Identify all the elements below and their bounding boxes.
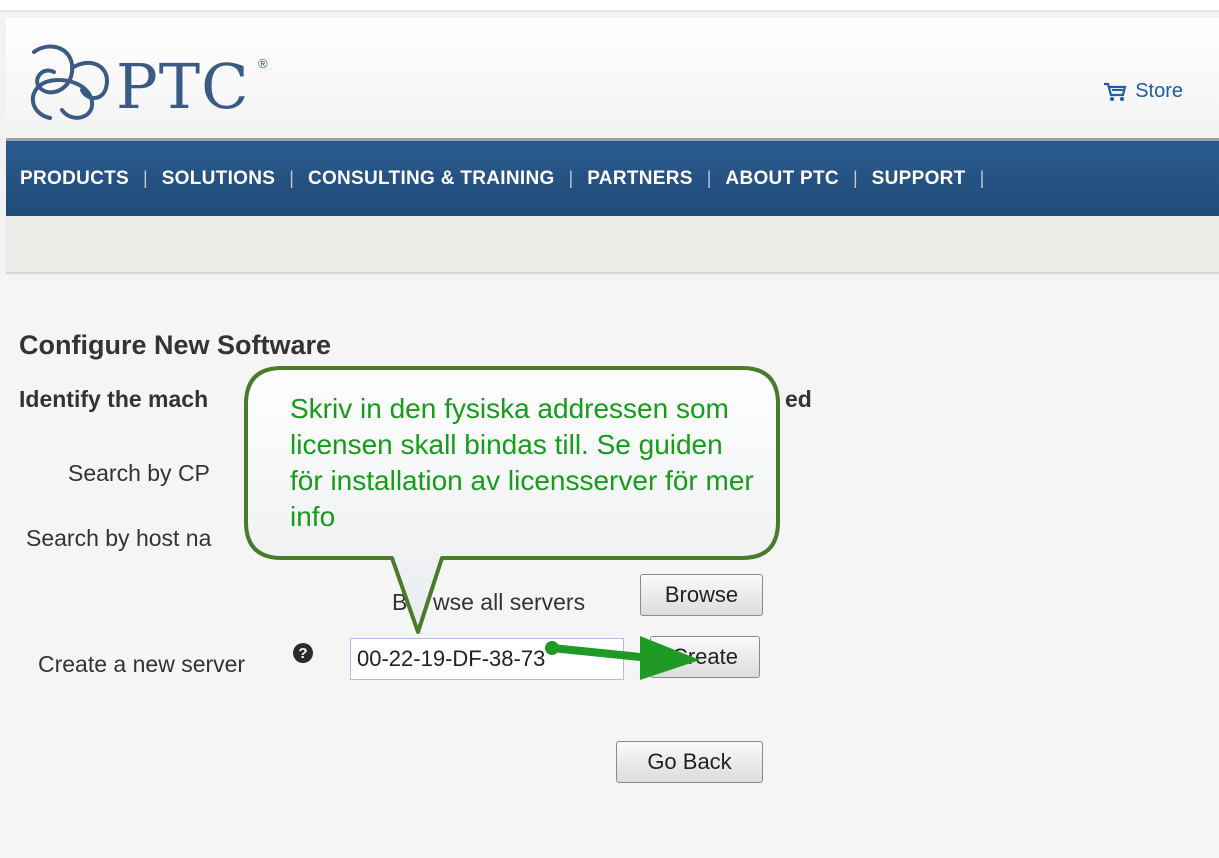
- registered-mark: ®: [258, 56, 268, 71]
- page: PTC ® Store PRODUCTS | SOLUTIONS | CONSU…: [0, 0, 1219, 858]
- store-link[interactable]: Store: [1103, 80, 1183, 103]
- nav-item-consulting-training[interactable]: CONSULTING & TRAINING: [308, 168, 555, 190]
- cart-icon: [1104, 82, 1127, 101]
- subtitle-left: Identify the mach: [19, 386, 209, 412]
- subtitle-right: ed: [785, 386, 812, 412]
- nav-item-support[interactable]: SUPPORT: [872, 168, 966, 190]
- nav-separator: |: [568, 168, 574, 188]
- ptc-swirl-icon: [30, 44, 109, 120]
- nav-item-partners[interactable]: PARTNERS: [587, 168, 693, 190]
- store-label: Store: [1135, 80, 1183, 102]
- create-button[interactable]: Create: [650, 636, 760, 678]
- main-content: Configure New Software Identify the mach…: [0, 276, 1219, 858]
- browse-all-servers-prefix: B: [392, 589, 408, 615]
- server-mac-input[interactable]: [350, 638, 624, 680]
- site-header: PTC ® Store: [6, 18, 1219, 136]
- nav-separator: |: [852, 168, 858, 188]
- go-back-button[interactable]: Go Back: [616, 741, 763, 783]
- search-by-cpu-label: Search by CP: [68, 460, 210, 486]
- main-nav: PRODUCTS | SOLUTIONS | CONSULTING & TRAI…: [6, 138, 1219, 216]
- nav-item-products[interactable]: PRODUCTS: [20, 168, 129, 190]
- create-new-server-label: Create a new server: [38, 651, 246, 677]
- nav-separator: |: [979, 168, 985, 188]
- search-by-host-label: Search by host na: [26, 525, 212, 551]
- sub-navigation-bar: [6, 216, 1219, 274]
- nav-separator: |: [289, 168, 294, 188]
- page-title: Configure New Software: [19, 330, 332, 360]
- browse-all-servers-label: wse all servers: [433, 589, 586, 615]
- callout-text: Skriv in den fysiska addressen som licen…: [290, 393, 754, 532]
- browse-button[interactable]: Browse: [640, 574, 763, 616]
- nav-separator: |: [143, 168, 148, 188]
- logo-text: PTC: [116, 50, 250, 123]
- top-strip: [0, 0, 1219, 12]
- nav-separator: |: [706, 168, 712, 188]
- svg-text:?: ?: [298, 645, 307, 662]
- help-icon[interactable]: ?: [292, 642, 314, 664]
- nav-item-solutions[interactable]: SOLUTIONS: [162, 168, 276, 190]
- nav-item-about-ptc[interactable]: ABOUT PTC: [725, 168, 839, 190]
